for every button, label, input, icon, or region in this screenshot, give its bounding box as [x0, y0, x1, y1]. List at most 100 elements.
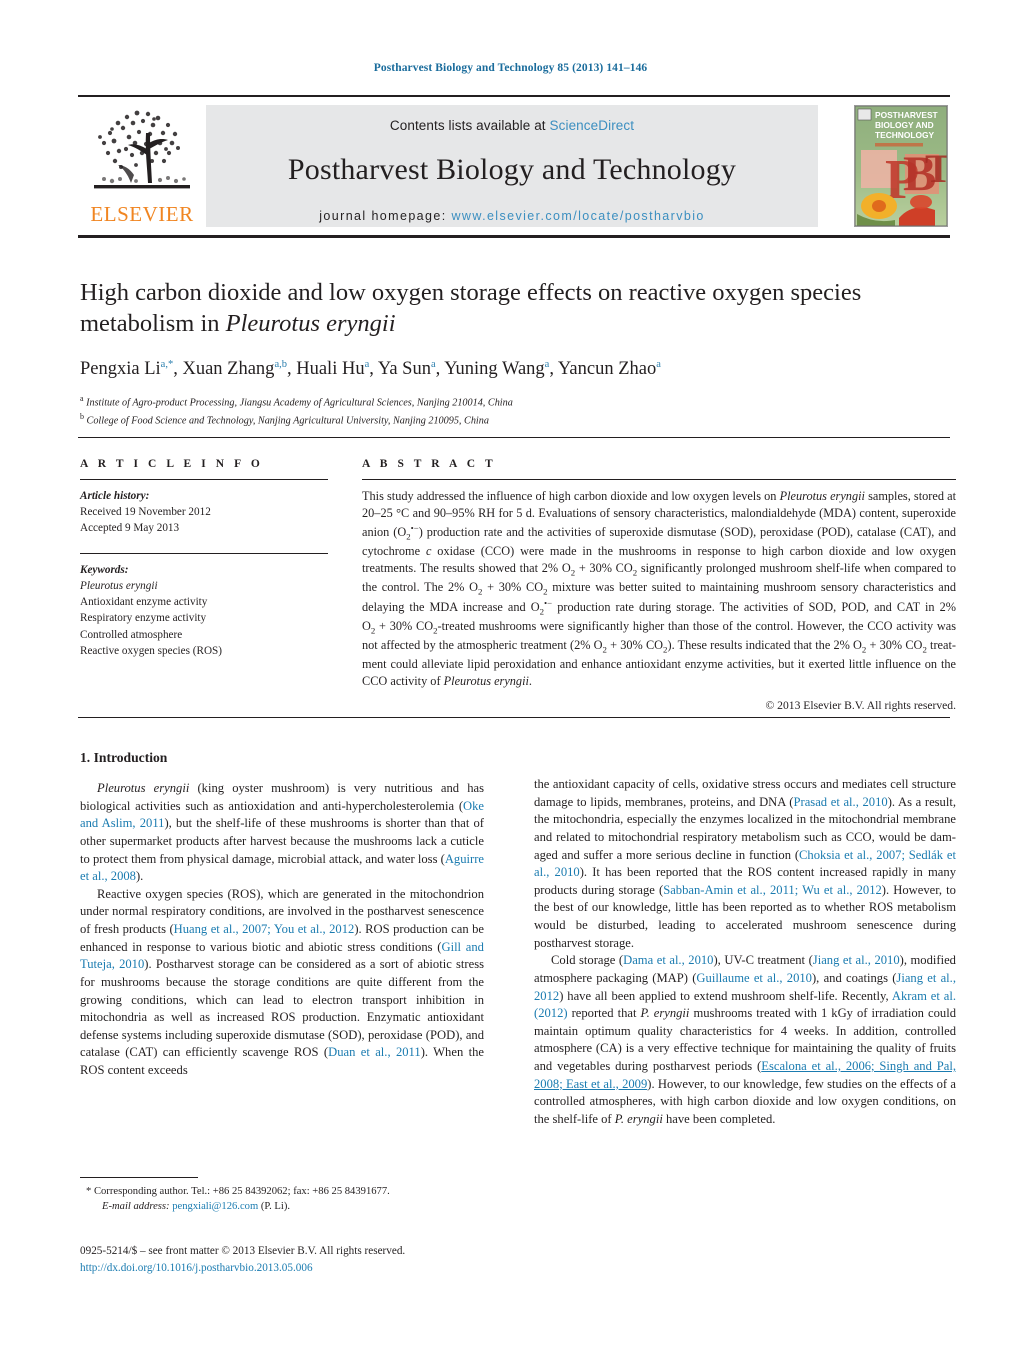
author-item[interactable]: Huali Hua [296, 359, 369, 379]
author-name: Ya Sun [377, 358, 431, 379]
keywords-group: Keywords: Pleurotus eryngii Antioxidant … [80, 562, 328, 659]
paper-page: Postharvest Biology and Technology 85 (2… [0, 0, 1021, 1351]
page-title: High carbon dioxide and low oxygen stora… [80, 278, 956, 340]
article-history-received: Received 19 November 2012 [80, 506, 211, 519]
citation-link[interactable]: Guillaume et al., 2010 [696, 971, 812, 985]
body-column-left: 1. Introduction Pleurotus eryngii (king … [80, 750, 484, 1080]
paragraph: the antioxidant capacity of cells, oxida… [534, 777, 957, 950]
doi-link[interactable]: http://dx.doi.org/10.1016/j.postharvbio.… [80, 1260, 580, 1277]
email-note: E-mail address: pengxiali@126.com (P. Li… [80, 1199, 500, 1214]
title-block: High carbon dioxide and low oxygen stora… [80, 278, 956, 429]
affiliation-mark: b [80, 411, 84, 421]
sciencedirect-link[interactable]: ScienceDirect [550, 118, 635, 133]
author-mark: a,b [274, 358, 287, 370]
paragraph: Pleurotus eryngii (king oyster mushroom)… [80, 781, 484, 884]
title-species-name: Pleurotus eryngii [225, 309, 396, 337]
svg-text:TECHNOLOGY: TECHNOLOGY [875, 130, 935, 140]
author-name: Yancun Zhao [557, 358, 657, 379]
author-item[interactable]: Xuan Zhanga,b [182, 359, 287, 379]
citation-link[interactable]: Prasad et al., 2010 [794, 795, 888, 809]
journal-cover-thumbnail: POSTHARVEST BIOLOGY AND TECHNOLOGY P B T [854, 105, 948, 227]
citation-link[interactable]: Huang et al., 2007; You et al., 2012 [174, 922, 355, 936]
article-info-column: A R T I C L E I N F O Article history: R… [80, 458, 328, 659]
abstract-text: This study addressed the influence of hi… [362, 489, 957, 688]
keywords-divider [80, 552, 328, 554]
abstract-column: A B S T R A C T This study addressed the… [362, 458, 956, 712]
title-line-2-prefix: metabolism in [80, 309, 226, 337]
svg-text:T: T [925, 146, 947, 191]
citation-link[interactable]: Escalona et al., 2006; Singh and Pal, 20… [534, 1059, 956, 1091]
keyword-item: Antioxidant enzyme activity [80, 596, 208, 609]
elsevier-wordmark: ELSEVIER [90, 202, 194, 226]
journal-homepage-line: journal homepage: www.elsevier.com/locat… [206, 209, 818, 223]
keyword-item: Respiratory enzyme activity [80, 612, 207, 625]
svg-text:POSTHARVEST: POSTHARVEST [875, 110, 939, 120]
body-column-right: the antioxidant capacity of cells, oxida… [534, 776, 956, 1129]
citation-link[interactable]: Duan et al., 2011 [328, 1045, 421, 1059]
affiliation-list: a Institute of Agro-product Processing, … [80, 393, 956, 429]
keyword-item: Controlled atmosphere [80, 628, 183, 641]
keyword-item: Pleurotus eryngii [80, 579, 158, 592]
running-head: Postharvest Biology and Technology 85 (2… [373, 62, 648, 74]
email-suffix: (P. Li). [260, 1201, 290, 1213]
author-item[interactable]: Ya Suna [378, 359, 436, 379]
author-mark: a [430, 358, 436, 370]
affiliation-text: College of Food Science and Technology, … [86, 415, 489, 427]
abstract-copyright: © 2013 Elsevier B.V. All rights reserved… [765, 698, 956, 712]
contents-prefix: Contents lists available at [389, 118, 550, 133]
article-info-divider [80, 479, 328, 480]
svg-text:BIOLOGY AND: BIOLOGY AND [875, 120, 934, 130]
footnote-block: * Corresponding author. Tel.: +86 25 843… [80, 1184, 500, 1214]
author-name: Yuning Wang [444, 358, 545, 379]
section-heading-introduction: 1. Introduction [80, 750, 168, 765]
elsevier-logo: ELSEVIER [84, 103, 200, 229]
author-mark: a [544, 358, 550, 370]
paragraph: Reactive oxygen species (ROS), which are… [80, 886, 484, 1077]
author-mark: a [656, 358, 661, 370]
article-history-accepted: Accepted 9 May 2013 [80, 522, 180, 535]
author-name: Huali Hu [296, 358, 365, 379]
citation-link[interactable]: Dama et al., 2010 [623, 953, 713, 967]
keyword-item: Reactive oxygen species (ROS) [80, 644, 222, 657]
affiliation-item: b College of Food Science and Technology… [80, 411, 956, 429]
keywords-label: Keywords: [80, 563, 129, 576]
email-label: E-mail address: [102, 1201, 170, 1213]
article-info-heading: A R T I C L E I N F O [80, 458, 264, 470]
citation-link[interactable]: Oke and Aslim, 2011 [80, 799, 484, 831]
author-name: Xuan Zhang [182, 358, 275, 379]
author-item[interactable]: Yuning Wanga [444, 359, 549, 379]
journal-masthead: ELSEVIER Contents lists available at Sci… [78, 95, 950, 238]
author-mark: a,* [160, 358, 174, 370]
homepage-prefix: journal homepage: [319, 209, 452, 223]
info-top-rule [78, 437, 950, 438]
affiliation-text: Institute of Agro-product Processing, Ji… [86, 397, 513, 409]
citation-link[interactable]: Choksia et al., 2007; Sedlák et al., 201… [534, 848, 956, 880]
footnote-rule [80, 1177, 198, 1178]
author-mark: a [364, 358, 370, 370]
corresponding-author-note: * Corresponding author. Tel.: +86 25 843… [86, 1186, 390, 1197]
citation-link[interactable]: Akram et al. (2012) [534, 989, 956, 1021]
title-line-1: High carbon dioxide and low oxygen stora… [80, 279, 862, 306]
journal-title: Postharvest Biology and Technology [287, 153, 737, 186]
email-link[interactable]: pengxiali@126.com [172, 1201, 258, 1212]
elsevier-tree-icon [94, 110, 190, 189]
author-name: Pengxia Li [80, 358, 161, 379]
affiliation-item: a Institute of Agro-product Processing, … [80, 393, 956, 411]
author-list: Pengxia Lia,*, Xuan Zhanga,b, Huali Hua,… [80, 358, 661, 379]
citation-link[interactable]: Jiang et al., 2010 [813, 953, 900, 967]
contents-available-line: Contents lists available at ScienceDirec… [206, 105, 818, 133]
affiliation-mark: a [80, 393, 84, 403]
citation-link[interactable]: Gill and Tuteja, 2010 [80, 940, 484, 972]
author-item[interactable]: Pengxia Lia,* [80, 359, 173, 379]
info-bottom-rule [78, 717, 950, 718]
abstract-divider [362, 479, 956, 480]
footer-block: 0925-5214/$ – see front matter © 2013 El… [80, 1243, 580, 1277]
citation-link[interactable]: Sabban-Amin et al., 2011; Wu et al., 201… [663, 883, 882, 897]
homepage-url-link[interactable]: www.elsevier.com/locate/postharvbio [451, 209, 704, 223]
citation-link[interactable]: Aguirre et al., 2008 [80, 852, 484, 884]
issn-front-matter: 0925-5214/$ – see front matter © 2013 El… [80, 1245, 406, 1257]
author-item[interactable]: Yancun Zhaoa [558, 359, 661, 379]
cover-art: POSTHARVEST BIOLOGY AND TECHNOLOGY P B T [855, 106, 947, 226]
article-history-label: Article history: [80, 490, 150, 502]
article-history-group: Article history: Received 19 November 20… [80, 488, 328, 537]
